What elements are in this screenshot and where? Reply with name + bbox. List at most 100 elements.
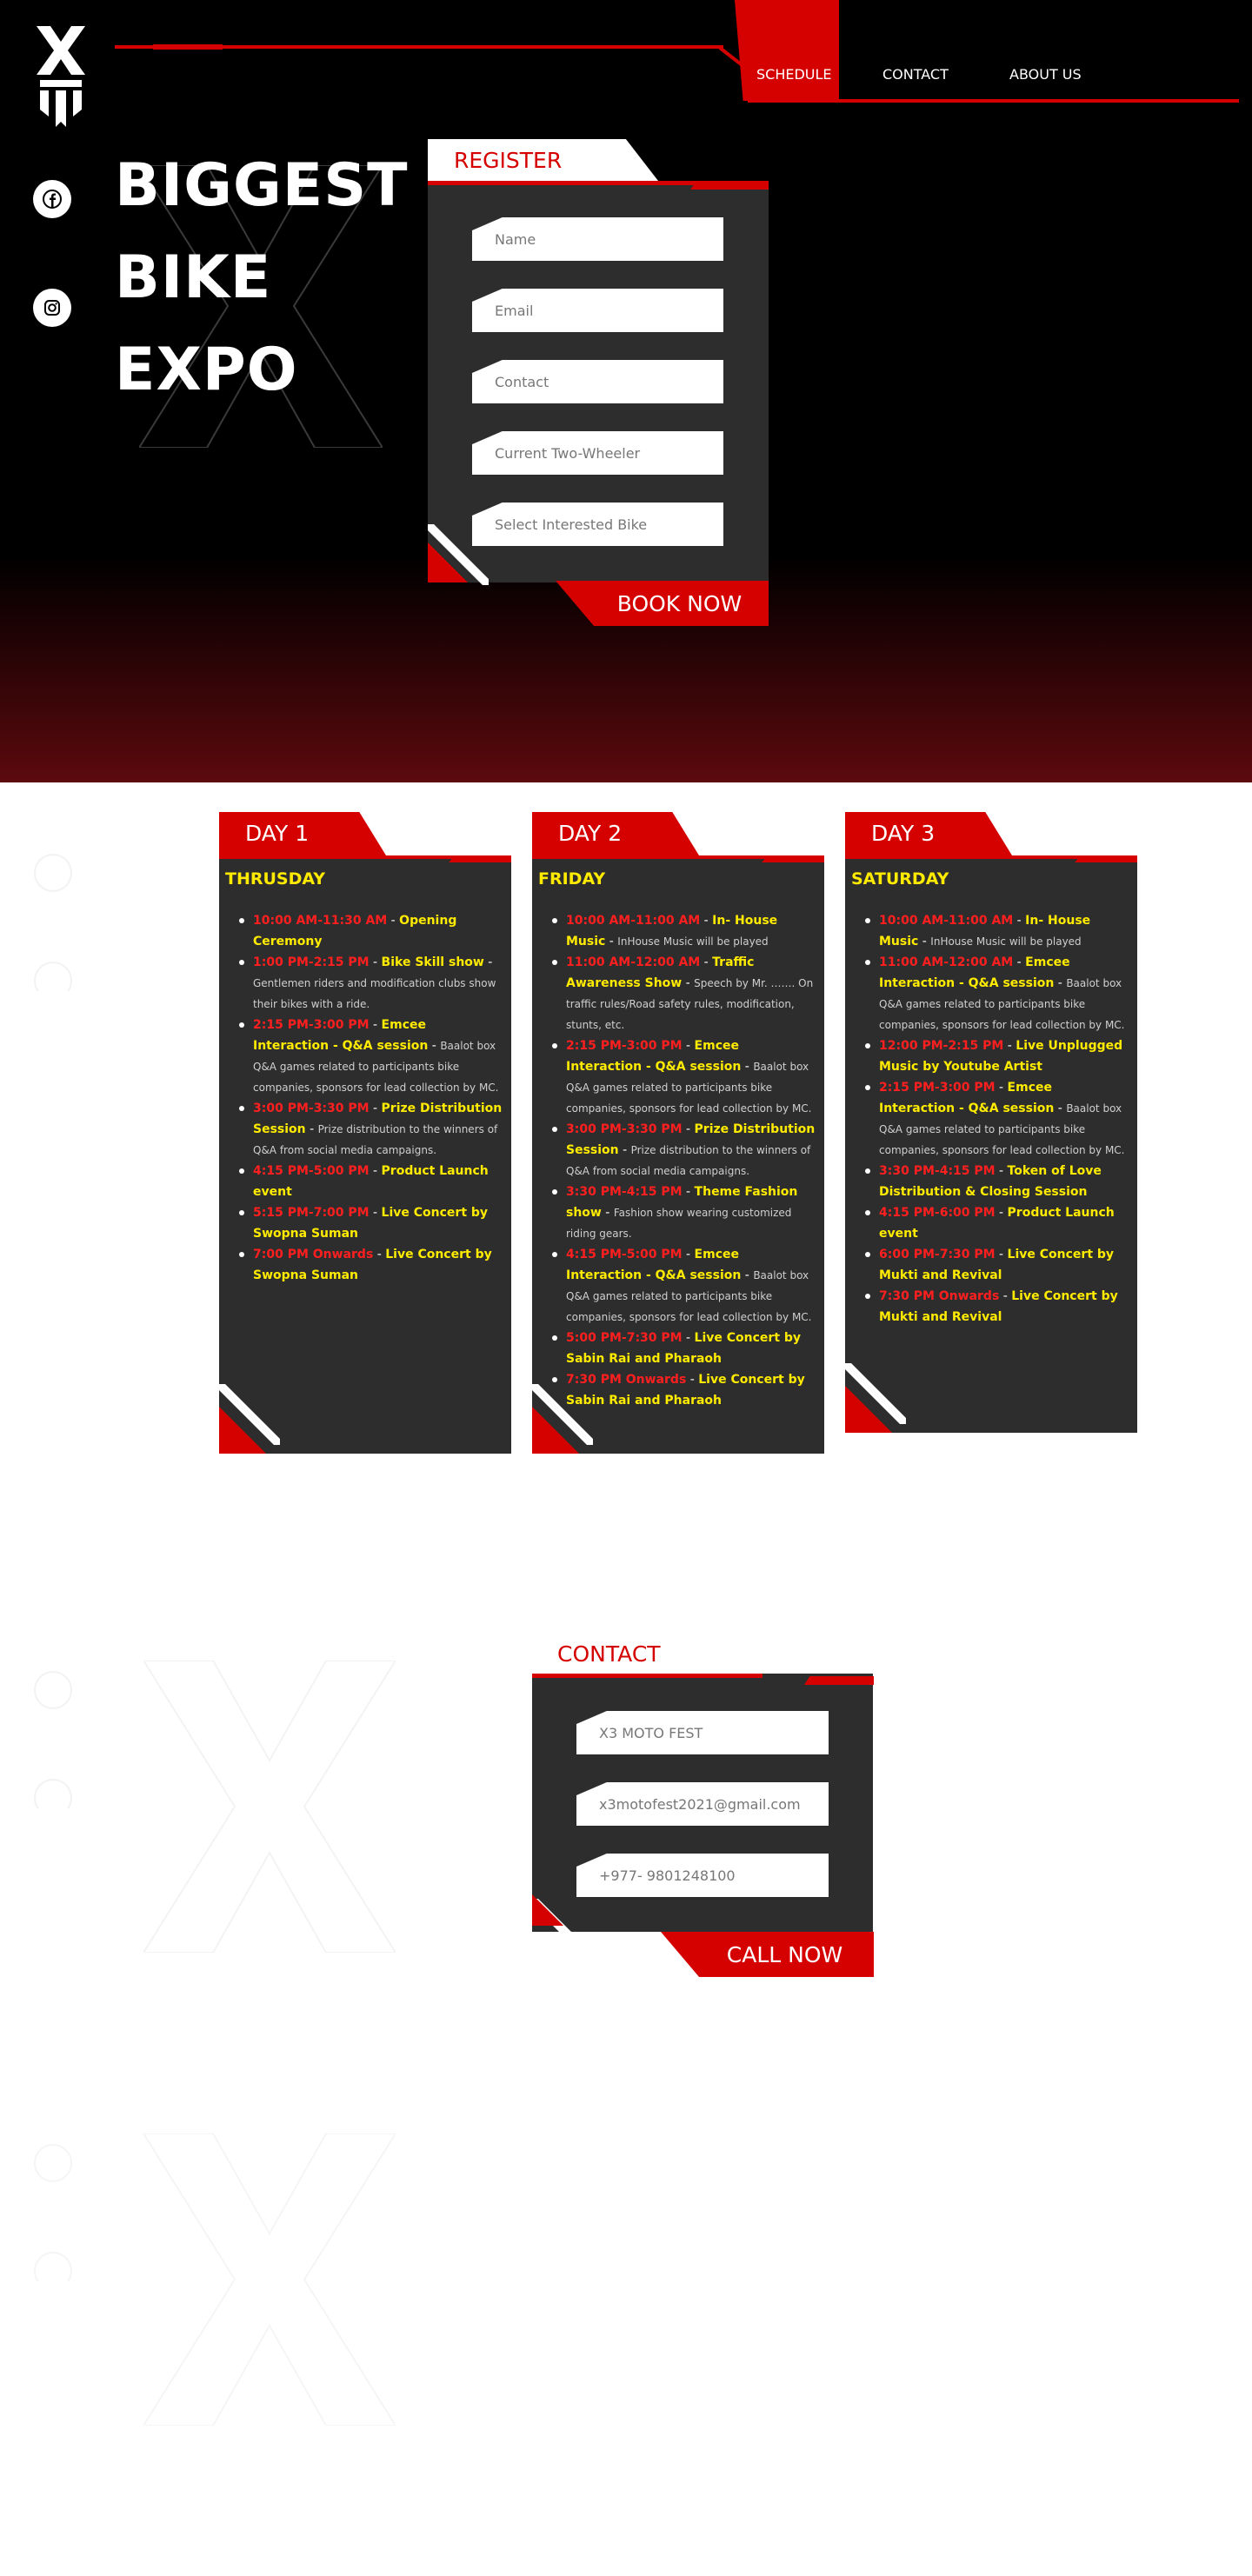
event-separator: -	[1013, 955, 1026, 969]
event-separator: -	[682, 976, 695, 990]
nav-red-line	[748, 99, 1239, 103]
phone-field[interactable]	[576, 1854, 829, 1897]
event-separator: -	[618, 1143, 631, 1157]
day-1-events: 10:00 AM-11:30 AM - Opening Ceremony 1:00…	[231, 910, 503, 1286]
schedule-event: 11:00 AM-12:00 AM - Emcee Interaction - …	[857, 952, 1129, 1035]
schedule-event: 7:00 PM Onwards - Live Concert by Swopna…	[231, 1244, 503, 1286]
day-3-events: 10:00 AM-11:00 AM - In- House Music - In…	[857, 910, 1129, 1328]
schedule-event: 4:15 PM-6:00 PM - Product Launch event	[857, 1202, 1129, 1244]
register-title: REGISTER	[454, 148, 563, 173]
register-card: REGISTER BOOK NOW	[428, 139, 769, 626]
schedule-event: 10:00 AM-11:00 AM - In- House Music - In…	[857, 910, 1129, 952]
schedule-event: 7:30 PM Onwards - Live Concert by Mukti …	[857, 1286, 1129, 1328]
schedule-event: 12:00 PM-2:15 PM - Live Unplugged Music …	[857, 1035, 1129, 1077]
event-separator: -	[995, 1164, 1008, 1178]
header-red-accent	[153, 44, 223, 50]
day-2-corner-red	[532, 1407, 579, 1454]
nav-active-highlight	[735, 0, 839, 101]
schedule-event: 1:00 PM-2:15 PM - Bike Skill show - Gent…	[231, 952, 503, 1015]
name-input[interactable]	[472, 217, 723, 261]
event-separator: -	[387, 914, 400, 928]
schedule-event: 5:00 PM-7:30 PM - Live Concert by Sabin …	[544, 1328, 816, 1369]
day-2-label: DAY 2	[558, 821, 623, 846]
schedule-event: 10:00 AM-11:30 AM - Opening Ceremony	[231, 910, 503, 952]
event-separator: -	[428, 1039, 441, 1053]
event-separator: -	[369, 1206, 382, 1220]
event-time: 3:30 PM-4:15 PM	[879, 1164, 996, 1178]
day-1-name: THRUSDAY	[225, 869, 326, 889]
call-now-button[interactable]: CALL NOW	[661, 1932, 874, 1977]
event-separator: -	[918, 935, 931, 949]
event-time: 2:15 PM-3:00 PM	[879, 1081, 996, 1095]
event-separator: -	[369, 1018, 382, 1032]
faint-social-icons-3	[34, 2144, 72, 2281]
day-1-corner-red	[219, 1407, 266, 1454]
interested-bike-select[interactable]	[472, 503, 723, 546]
day-2-accent-corner	[762, 855, 824, 862]
day-3-body: SATURDAY 10:00 AM-11:00 AM - In- House M…	[845, 855, 1137, 1433]
faint-social-icons-2	[34, 1671, 72, 1808]
event-separator: -	[741, 1268, 754, 1282]
schedule-event: 3:30 PM-4:15 PM - Theme Fashion show - F…	[544, 1181, 816, 1244]
event-time: 10:00 AM-11:00 AM	[566, 914, 701, 928]
event-separator: -	[682, 1039, 695, 1053]
event-time: 10:00 AM-11:00 AM	[879, 914, 1014, 928]
day-3-tab: DAY 3	[845, 812, 1012, 855]
event-separator: -	[999, 1289, 1012, 1303]
event-time: 6:00 PM-7:30 PM	[879, 1248, 996, 1261]
headline-line-1: BIGGEST	[115, 151, 409, 220]
email-field[interactable]	[576, 1782, 829, 1826]
event-separator: -	[369, 1164, 382, 1178]
email-input[interactable]	[472, 289, 723, 332]
event-time: 10:00 AM-11:30 AM	[253, 914, 388, 928]
event-time: 11:00 AM-12:00 AM	[879, 955, 1014, 969]
event-time: 7:00 PM Onwards	[253, 1248, 374, 1261]
event-description: Gentlemen riders and modification clubs …	[253, 977, 496, 1010]
nav-contact-link[interactable]: CONTACT	[882, 66, 949, 83]
event-separator: -	[682, 1331, 695, 1345]
event-time: 2:15 PM-3:00 PM	[253, 1018, 370, 1032]
schedule-event: 10:00 AM-11:00 AM - In- House Music - In…	[544, 910, 816, 952]
schedule-event: 11:00 AM-12:00 AM - Traffic Awareness Sh…	[544, 952, 816, 1035]
current-two-wheeler-input[interactable]	[472, 431, 723, 475]
event-title: Bike Skill show	[381, 955, 484, 969]
event-separator: -	[995, 1081, 1008, 1095]
event-separator: -	[369, 1102, 382, 1115]
day-2-tab: DAY 2	[532, 812, 699, 855]
event-name-field[interactable]	[576, 1711, 829, 1754]
faint-social-icons	[34, 854, 72, 991]
schedule-event: 2:15 PM-3:00 PM - Emcee Interaction - Q&…	[231, 1015, 503, 1098]
event-time: 3:00 PM-3:30 PM	[253, 1102, 370, 1115]
day-1-accent-corner	[449, 855, 511, 862]
event-separator: -	[605, 935, 618, 949]
schedule-event: 7:30 PM Onwards - Live Concert by Sabin …	[544, 1369, 816, 1411]
schedule-event: 3:00 PM-3:30 PM - Prize Distribution Ses…	[231, 1098, 503, 1161]
event-separator: -	[686, 1373, 699, 1387]
event-time: 7:30 PM Onwards	[566, 1373, 687, 1387]
facebook-button[interactable]	[33, 180, 71, 218]
instagram-icon	[44, 300, 60, 316]
schedule-event: 3:00 PM-3:30 PM - Prize Distribution Ses…	[544, 1119, 816, 1181]
day-1-body: THRUSDAY 10:00 AM-11:30 AM - Opening Cer…	[219, 855, 511, 1454]
book-now-button[interactable]: BOOK NOW	[556, 581, 769, 626]
facebook-icon	[43, 190, 62, 209]
event-time: 11:00 AM-12:00 AM	[566, 955, 701, 969]
nav-about-link[interactable]: ABOUT US	[1009, 66, 1082, 83]
event-time: 3:30 PM-4:15 PM	[566, 1185, 683, 1199]
event-separator: -	[1003, 1039, 1016, 1053]
day-2-body: FRIDAY 10:00 AM-11:00 AM - In- House Mus…	[532, 855, 824, 1454]
event-time: 2:15 PM-3:00 PM	[566, 1039, 683, 1053]
schedule-event: 3:30 PM-4:15 PM - Token of Love Distribu…	[857, 1161, 1129, 1202]
event-description: InHouse Music will be played	[930, 935, 1082, 948]
event-separator: -	[1054, 976, 1067, 990]
x3-logo-icon[interactable]	[37, 26, 85, 127]
event-separator: -	[305, 1122, 318, 1136]
nav-schedule-link[interactable]: SCHEDULE	[756, 66, 832, 83]
event-separator: -	[601, 1206, 614, 1220]
event-separator: -	[682, 1185, 695, 1199]
instagram-button[interactable]	[33, 289, 71, 327]
event-separator: -	[700, 914, 713, 928]
headline-line-2: BIKE	[115, 243, 272, 312]
day-2-name: FRIDAY	[538, 869, 606, 889]
contact-input[interactable]	[472, 360, 723, 403]
